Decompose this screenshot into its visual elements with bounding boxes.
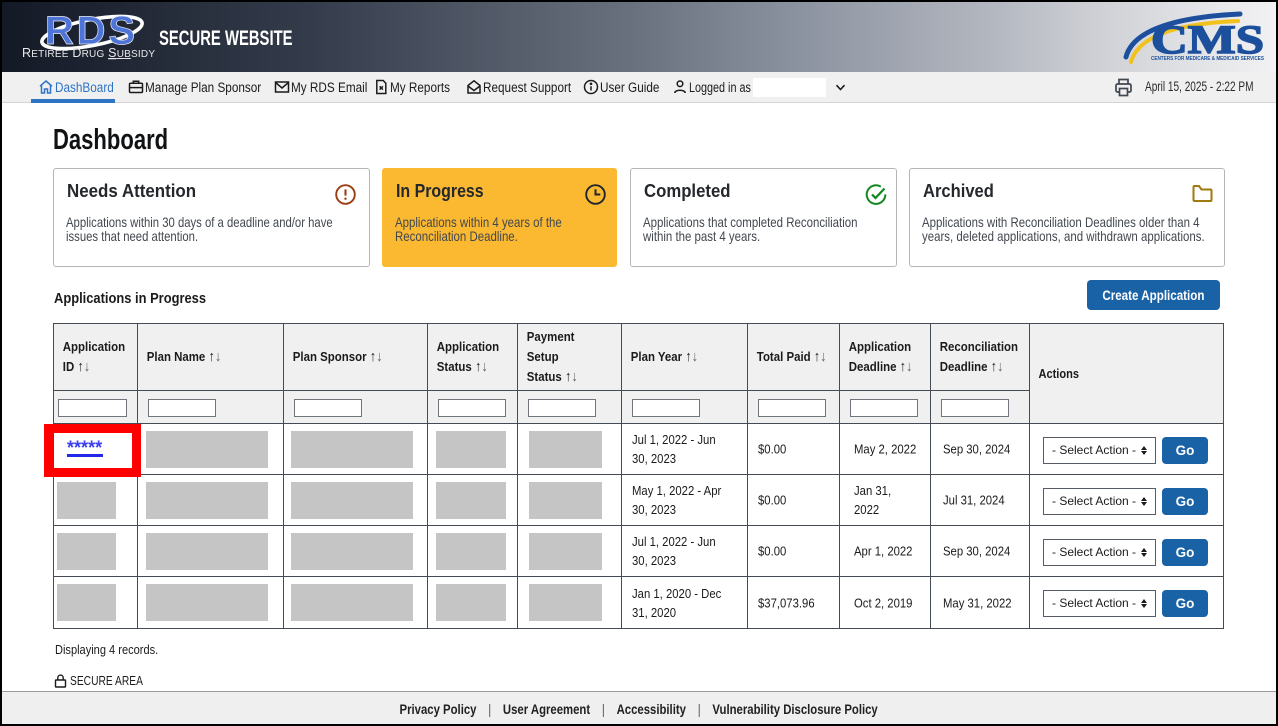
svg-text:RETIREE DRUG SUBSIDY: RETIREE DRUG SUBSIDY <box>22 46 155 60</box>
svg-text:CENTERS FOR MEDICARE & MEDICAI: CENTERS FOR MEDICARE & MEDICAID SERVICES <box>1151 56 1264 62</box>
svg-text:RDS: RDS <box>45 9 135 53</box>
